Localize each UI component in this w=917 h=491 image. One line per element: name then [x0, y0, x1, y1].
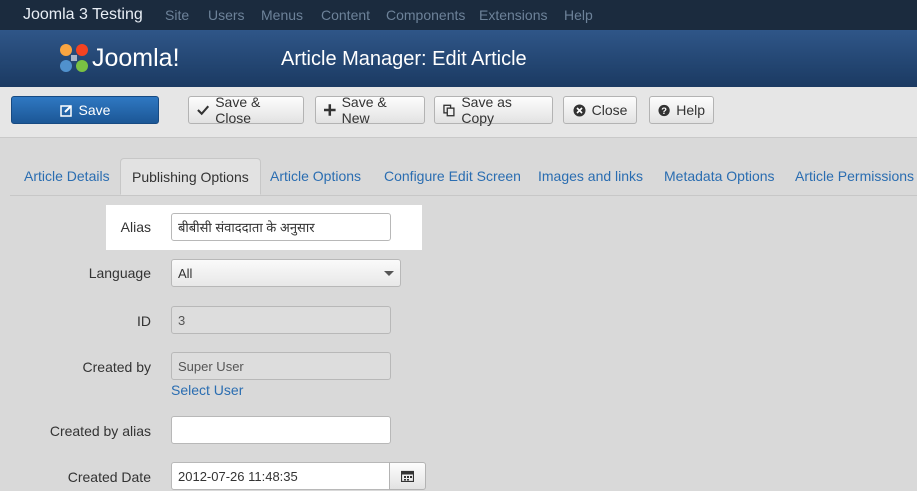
select-user-link[interactable]: Select User [171, 382, 243, 398]
alias-input[interactable]: बीबीसी संवाददाता के अनुसार [171, 213, 391, 241]
menu-extensions[interactable]: Extensions [479, 7, 547, 23]
menu-components[interactable]: Components [386, 7, 465, 23]
tab-article-options[interactable]: Article Options [270, 158, 361, 194]
menu-users[interactable]: Users [208, 7, 245, 23]
save-label: Save [78, 102, 111, 118]
calendar-button[interactable] [389, 462, 426, 490]
save-close-button[interactable]: Save & Close [188, 94, 304, 126]
language-value: All [178, 265, 193, 281]
tab-metadata-options[interactable]: Metadata Options [664, 158, 775, 194]
id-label: ID [137, 313, 151, 329]
language-select[interactable]: All [171, 259, 401, 287]
help-icon: ? [658, 104, 670, 116]
edit-icon [59, 104, 72, 117]
edit-tabs: Article Details Publishing Options Artic… [10, 158, 917, 196]
menu-help[interactable]: Help [564, 7, 593, 23]
calendar-icon [401, 470, 414, 482]
chevron-down-icon [384, 271, 394, 276]
close-circle-icon [573, 104, 586, 116]
save-button[interactable]: Save [11, 96, 159, 124]
admin-top-menu: Joomla 3 Testing Site Users Menus Conten… [0, 0, 917, 30]
svg-text:?: ? [661, 105, 667, 115]
id-field: 3 [171, 306, 391, 334]
copy-icon [443, 104, 455, 116]
site-name-link[interactable]: Joomla 3 Testing [23, 6, 143, 24]
tab-configure-edit-screen[interactable]: Configure Edit Screen [384, 158, 521, 194]
menu-menus[interactable]: Menus [261, 7, 303, 23]
page-header: Joomla! Article Manager: Edit Article [0, 30, 917, 87]
created-by-alias-input[interactable] [171, 416, 391, 444]
created-by-label: Created by [82, 359, 151, 375]
created-date-label: Created Date [67, 469, 151, 485]
checkmark-icon [197, 105, 210, 116]
alias-label: Alias [120, 219, 151, 235]
joomla-logo: Joomla! [60, 44, 180, 72]
created-by-field: Super User [171, 352, 391, 380]
created-date-input[interactable]: 2012-07-26 11:48:35 [171, 462, 390, 490]
help-label: Help [676, 102, 705, 118]
menu-site[interactable]: Site [165, 7, 189, 23]
save-close-label: Save & Close [215, 94, 261, 126]
tab-article-permissions[interactable]: Article Permissions [795, 158, 914, 194]
logo-text: Joomla! [92, 44, 180, 72]
save-new-label: Save & New [341, 94, 387, 126]
page-title: Article Manager: Edit Article [281, 48, 527, 70]
tab-images-and-links[interactable]: Images and links [538, 158, 643, 194]
close-label: Close [591, 102, 628, 118]
tab-publishing-options[interactable]: Publishing Options [120, 158, 261, 195]
toolbar: Save Save & Close Save & New Save as Cop… [0, 87, 917, 138]
save-as-copy-button[interactable]: Save as Copy [434, 94, 553, 126]
menu-content[interactable]: Content [321, 7, 370, 23]
help-button[interactable]: ? Help [649, 96, 714, 124]
save-new-button[interactable]: Save & New [315, 94, 425, 126]
created-by-alias-label: Created by alias [49, 423, 151, 439]
plus-icon [324, 104, 336, 116]
close-button[interactable]: Close [563, 96, 637, 124]
tab-article-details[interactable]: Article Details [24, 158, 110, 194]
save-as-copy-label: Save as Copy [461, 94, 512, 126]
language-label: Language [88, 265, 151, 281]
